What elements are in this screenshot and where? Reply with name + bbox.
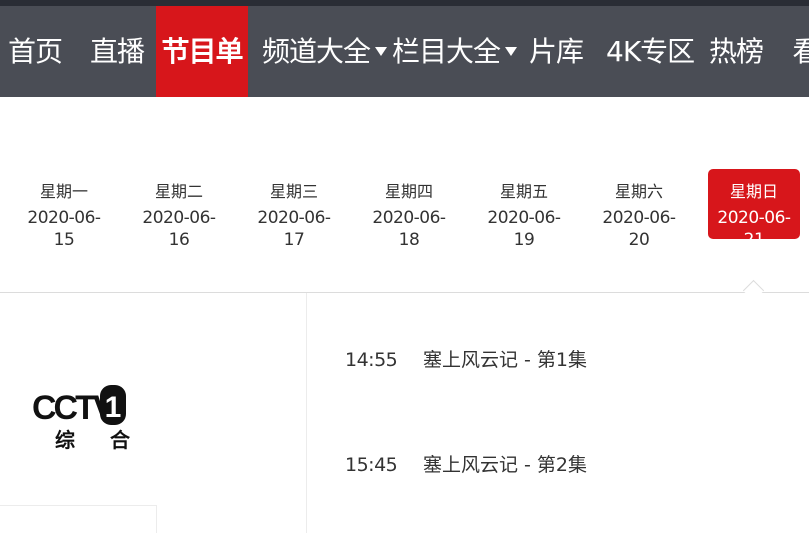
program-item[interactable]: 14:55 塞上风云记 - 第1集	[345, 345, 587, 375]
date-tab-friday[interactable]: 星期五 2020-06-19	[478, 169, 570, 250]
date-tab-date: 2020-06-20	[602, 208, 676, 250]
nav-item-channels[interactable]: 频道大全	[262, 6, 388, 97]
nav-item-label: 栏目大全	[392, 35, 501, 68]
date-tab-weekday: 星期四	[384, 182, 433, 201]
date-tab-wednesday[interactable]: 星期三 2020-06-17	[248, 169, 340, 250]
date-tab-date: 2020-06-17	[257, 208, 331, 250]
date-tab-date: 2020-06-18	[372, 208, 446, 250]
date-tab-weekday: 星期五	[499, 182, 548, 201]
date-tab-date: 2020-06-15	[27, 208, 101, 250]
date-tab-date: 2020-06-19	[487, 208, 561, 250]
nav-item-home[interactable]: 首页	[0, 6, 70, 97]
program-title: 塞上风云记 - 第2集	[423, 454, 588, 476]
nav-item-label: 频道大全	[262, 35, 371, 68]
date-tab-tuesday[interactable]: 星期二 2020-06-16	[133, 169, 225, 250]
top-nav-bar: 首页 直播 节目单 频道大全 栏目大全 片库 4K专区 热榜 看	[0, 0, 809, 97]
nav-item-live[interactable]: 直播	[82, 6, 152, 97]
program-time: 15:45	[345, 454, 398, 476]
nav-item-label: 热榜	[708, 35, 764, 68]
nav-item-hot[interactable]: 热榜	[706, 6, 766, 97]
program-title: 塞上风云记 - 第1集	[423, 349, 588, 371]
chevron-down-icon	[375, 46, 388, 56]
date-tab-date: 2020-06-21	[717, 208, 791, 250]
nav-item-label: 片库	[528, 35, 584, 68]
nav-item-label: 4K专区	[606, 35, 695, 68]
date-tab-weekday: 星期日	[729, 182, 778, 201]
program-time: 14:55	[345, 349, 398, 371]
nav-item-label: 首页	[7, 35, 63, 68]
channel-divider-vertical	[156, 505, 157, 533]
date-tab-thursday[interactable]: 星期四 2020-06-18	[363, 169, 455, 250]
date-tab-monday[interactable]: 星期一 2020-06-15	[18, 169, 110, 250]
nav-item-label: 节目单	[161, 35, 243, 68]
program-item[interactable]: 15:45 塞上风云记 - 第2集	[345, 450, 587, 480]
date-tab-weekday: 星期六	[614, 182, 663, 201]
nav-item-label: 看	[792, 35, 809, 68]
channel-subtitle: 综 合	[55, 428, 144, 452]
date-tab-date: 2020-06-16	[142, 208, 216, 250]
nav-item-library[interactable]: 片库	[526, 6, 586, 97]
date-tab-weekday: 星期二	[154, 182, 203, 201]
logo-number: 1	[105, 391, 122, 424]
channel-divider	[0, 505, 156, 506]
date-tab-weekday: 星期三	[269, 182, 318, 201]
nav-item-schedule[interactable]: 节目单	[156, 6, 248, 97]
nav-item-label: 直播	[89, 35, 145, 68]
date-tab-weekday: 星期一	[39, 182, 88, 201]
main-nav: 首页 直播 节目单 频道大全 栏目大全 片库 4K专区 热榜 看	[0, 6, 809, 97]
nav-item-columns[interactable]: 栏目大全	[392, 6, 518, 97]
nav-item-4k[interactable]: 4K专区	[606, 6, 695, 97]
date-tabs: 星期一 2020-06-15 星期二 2020-06-16 星期三 2020-0…	[0, 97, 809, 292]
nav-item-watch[interactable]: 看	[786, 6, 809, 97]
chevron-down-icon	[505, 46, 518, 56]
date-tab-saturday[interactable]: 星期六 2020-06-20	[593, 169, 685, 250]
date-tab-sunday[interactable]: 星期日 2020-06-21	[708, 169, 800, 250]
